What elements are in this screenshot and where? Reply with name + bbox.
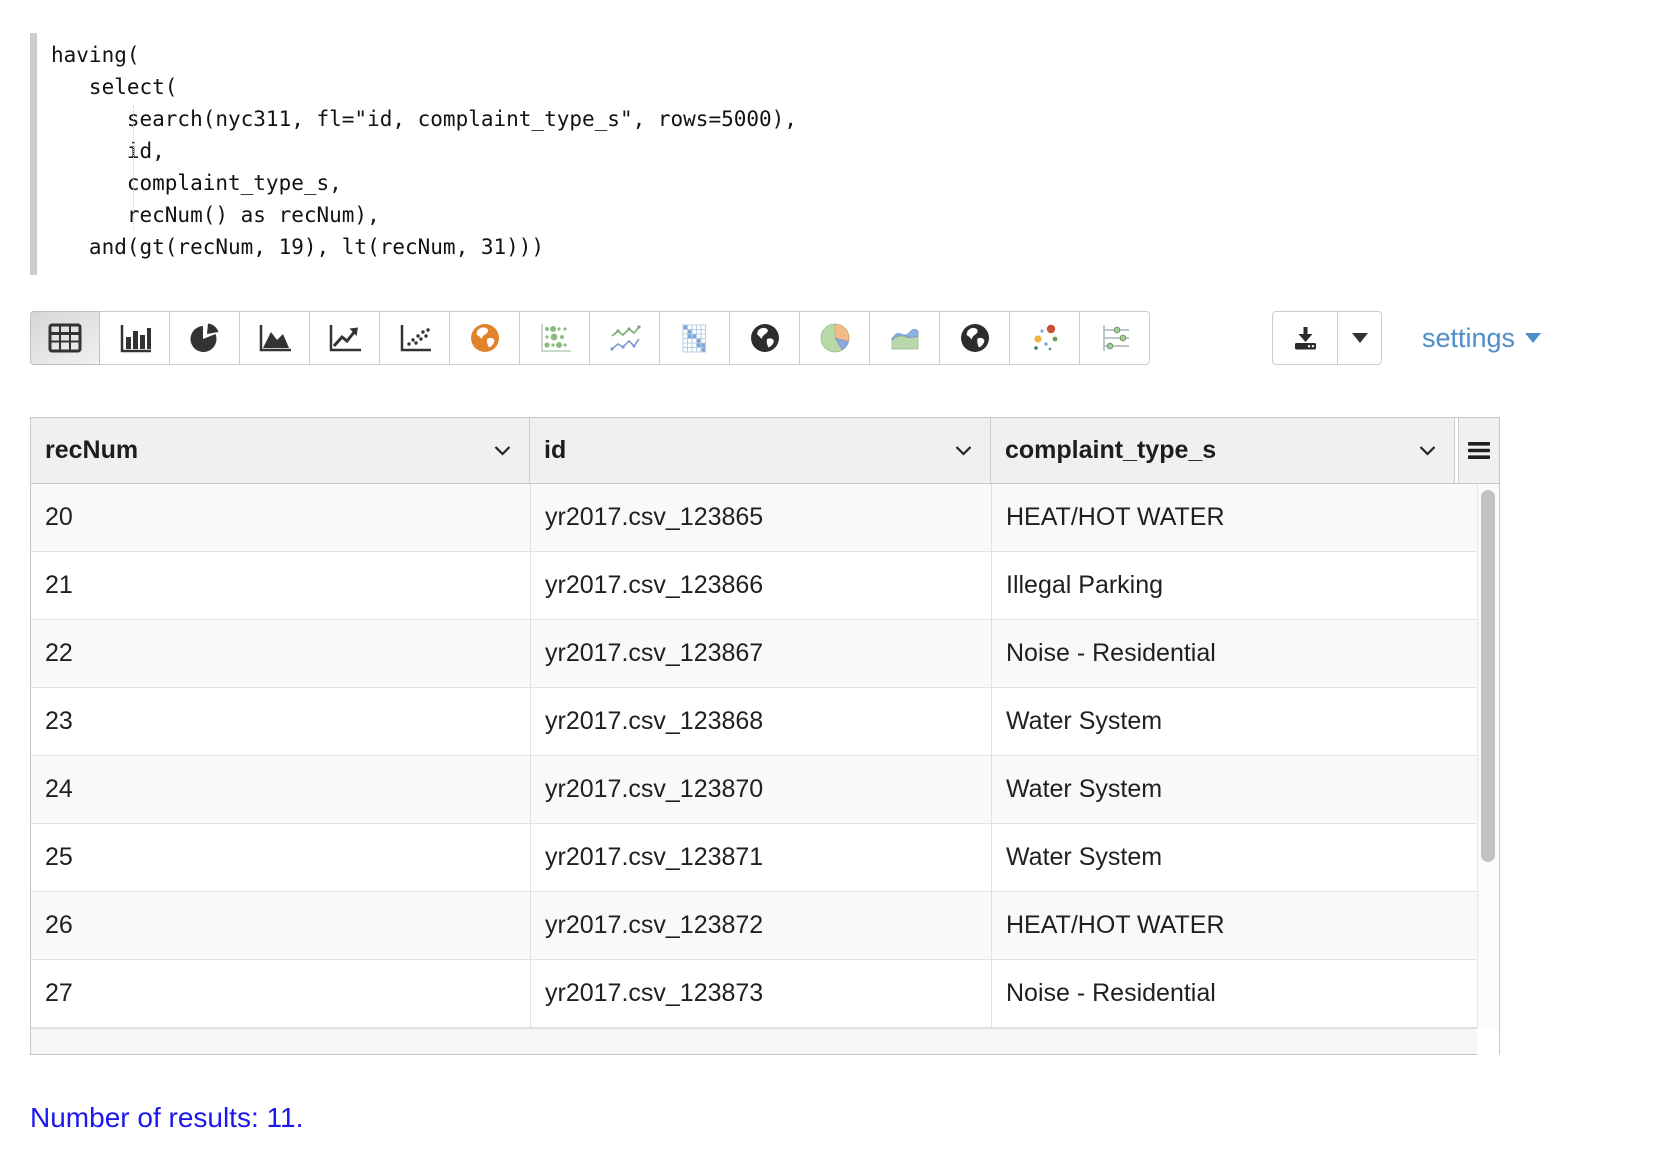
viz-area-chart-button[interactable] <box>240 311 310 365</box>
cell-recnum: 20 <box>31 484 530 551</box>
settings-label: settings <box>1422 323 1515 354</box>
cell-recnum: 22 <box>31 620 530 687</box>
scatter-color-icon <box>1028 321 1062 355</box>
results-table: recNum id complaint_type_s 20 yr2017 <box>30 417 1500 1055</box>
indent-guide <box>133 106 134 230</box>
column-header-complaint-type[interactable]: complaint_type_s <box>991 418 1455 483</box>
viz-map-button[interactable] <box>450 311 520 365</box>
download-button[interactable] <box>1272 311 1338 365</box>
scatter-plot-icon <box>398 323 432 353</box>
table-menu-button[interactable] <box>1458 418 1499 483</box>
map-globe-orange-icon <box>469 322 501 354</box>
chevron-down-icon[interactable] <box>955 446 972 456</box>
chevron-down-icon <box>1352 333 1368 343</box>
table-icon <box>48 323 82 353</box>
table-row: 25 yr2017.csv_123871 Water System <box>31 824 1477 892</box>
download-options-button[interactable] <box>1338 311 1382 365</box>
visualization-toolbar: settings <box>30 311 1640 365</box>
bubble-matrix-icon <box>538 322 572 354</box>
viz-line-chart-button[interactable] <box>310 311 380 365</box>
cell-id: yr2017.csv_123867 <box>530 620 991 687</box>
table-row: 21 yr2017.csv_123866 Illegal Parking <box>31 552 1477 620</box>
viz-area-chart-color-button[interactable] <box>870 311 940 365</box>
table-row: 22 yr2017.csv_123867 Noise - Residential <box>31 620 1477 688</box>
cell-complaint-type: Noise - Residential <box>991 620 1477 687</box>
column-header-recnum[interactable]: recNum <box>31 418 530 483</box>
line-chart-icon <box>328 323 362 353</box>
viz-globe-2-button[interactable] <box>940 311 1010 365</box>
table-header-row: recNum id complaint_type_s <box>31 418 1499 484</box>
code-block: having( select( search(nyc311, fl="id, c… <box>30 33 1130 275</box>
globe-dark-2-icon <box>959 322 991 354</box>
viz-pie-chart-button[interactable] <box>170 311 240 365</box>
viz-table-button[interactable] <box>30 311 100 365</box>
cell-complaint-type: Water System <box>991 688 1477 755</box>
streaming-expression-code: having( select( search(nyc311, fl="id, c… <box>51 39 1130 263</box>
viz-globe-button[interactable] <box>730 311 800 365</box>
cell-id: yr2017.csv_123873 <box>530 960 991 1027</box>
scrollbar-corner <box>1477 1028 1499 1055</box>
viz-button-group <box>30 311 1150 365</box>
area-chart-color-icon <box>889 322 921 354</box>
cell-id: yr2017.csv_123870 <box>530 756 991 823</box>
viz-parallel-coordinates-button[interactable] <box>1080 311 1150 365</box>
vertical-scrollbar-thumb[interactable] <box>1481 490 1495 862</box>
column-header-id[interactable]: id <box>530 418 991 483</box>
table-row: 24 yr2017.csv_123870 Water System <box>31 756 1477 824</box>
table-row: 27 yr2017.csv_123873 Noise - Residential <box>31 960 1477 1028</box>
cell-recnum: 21 <box>31 552 530 619</box>
parallel-coordinates-icon <box>1098 322 1132 354</box>
column-label: recNum <box>45 436 138 465</box>
cell-id: yr2017.csv_123868 <box>530 688 991 755</box>
table-body: 20 yr2017.csv_123865 HEAT/HOT WATER 21 y… <box>31 484 1499 1028</box>
cell-complaint-type: Illegal Parking <box>991 552 1477 619</box>
settings-link[interactable]: settings <box>1422 323 1541 354</box>
viz-scatter-plot-button[interactable] <box>380 311 450 365</box>
heatmap-icon <box>679 322 711 354</box>
download-button-group <box>1272 311 1382 365</box>
cell-complaint-type: HEAT/HOT WATER <box>991 484 1477 551</box>
area-chart-icon <box>258 323 292 353</box>
pie-chart-icon <box>189 322 221 354</box>
results-count-text: Number of results: 11. <box>30 1102 303 1134</box>
chevron-down-icon[interactable] <box>494 446 511 456</box>
cell-recnum: 26 <box>31 892 530 959</box>
cell-id: yr2017.csv_123866 <box>530 552 991 619</box>
vertical-scrollbar-track[interactable] <box>1477 484 1499 1028</box>
download-icon <box>1292 325 1319 352</box>
chevron-down-icon[interactable] <box>1419 446 1436 456</box>
table-footer-strip <box>31 1028 1499 1054</box>
table-row: 23 yr2017.csv_123868 Water System <box>31 688 1477 756</box>
pie-chart-color-icon <box>818 321 852 355</box>
cell-recnum: 23 <box>31 688 530 755</box>
column-label: complaint_type_s <box>1005 436 1216 465</box>
viz-heatmap-button[interactable] <box>660 311 730 365</box>
viz-sparkline-button[interactable] <box>590 311 660 365</box>
hamburger-menu-icon <box>1467 441 1491 460</box>
viz-scatter-color-button[interactable] <box>1010 311 1080 365</box>
bar-chart-icon <box>118 322 152 354</box>
viz-bubble-matrix-button[interactable] <box>520 311 590 365</box>
table-row: 20 yr2017.csv_123865 HEAT/HOT WATER <box>31 484 1477 552</box>
settings-caret-icon <box>1525 333 1541 343</box>
cell-id: yr2017.csv_123871 <box>530 824 991 891</box>
cell-complaint-type: HEAT/HOT WATER <box>991 892 1477 959</box>
viz-bar-chart-button[interactable] <box>100 311 170 365</box>
cell-complaint-type: Water System <box>991 756 1477 823</box>
cell-recnum: 27 <box>31 960 530 1027</box>
cell-complaint-type: Water System <box>991 824 1477 891</box>
table-row: 26 yr2017.csv_123872 HEAT/HOT WATER <box>31 892 1477 960</box>
cell-id: yr2017.csv_123865 <box>530 484 991 551</box>
sparkline-icon <box>609 323 641 353</box>
cell-recnum: 25 <box>31 824 530 891</box>
viz-pie-chart-color-button[interactable] <box>800 311 870 365</box>
globe-dark-icon <box>749 322 781 354</box>
cell-complaint-type: Noise - Residential <box>991 960 1477 1027</box>
table-rows: 20 yr2017.csv_123865 HEAT/HOT WATER 21 y… <box>31 484 1477 1028</box>
column-label: id <box>544 436 566 465</box>
cell-id: yr2017.csv_123872 <box>530 892 991 959</box>
cell-recnum: 24 <box>31 756 530 823</box>
